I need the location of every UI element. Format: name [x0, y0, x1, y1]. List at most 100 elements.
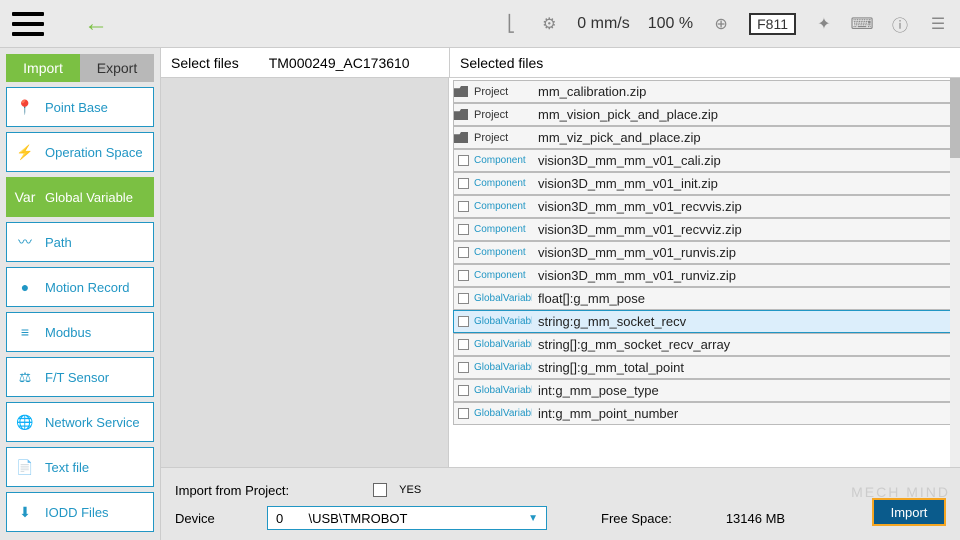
- file-row[interactable]: Componentvision3D_mm_mm_v01_init.zip: [453, 172, 954, 195]
- keyboard-icon[interactable]: ⌨: [852, 14, 872, 34]
- file-name: vision3D_mm_mm_v01_runvis.zip: [532, 245, 953, 260]
- content: Import Export 📍 Point Base ⚡Operation Spac…: [0, 48, 960, 540]
- back-button[interactable]: ←: [84, 10, 108, 38]
- free-space-label: Free Space:: [601, 511, 672, 526]
- file-name: mm_viz_pick_and_place.zip: [532, 130, 953, 145]
- source-file-panel[interactable]: [161, 78, 449, 467]
- file-checkbox[interactable]: [458, 408, 469, 419]
- file-type: Component: [472, 224, 532, 235]
- device-select[interactable]: 0 \USB\TMROBOT: [267, 506, 547, 530]
- file-checkbox[interactable]: [458, 339, 469, 350]
- file-checkbox[interactable]: [458, 362, 469, 373]
- tab-export[interactable]: Export: [80, 54, 154, 82]
- file-checkbox[interactable]: [458, 201, 469, 212]
- topbar-status: ⎣ ⚙ 0 mm/s 100 % ⊕ F811 ✦ ⌨ ⓘ ☰: [501, 13, 948, 35]
- document-icon[interactable]: ☰: [928, 14, 948, 34]
- file-type: Project: [472, 109, 532, 121]
- sidebar-item-point-base[interactable]: 📍 Point Base: [6, 87, 154, 127]
- bottom-bar: Import from Project: YES Device 0 \USB\T…: [161, 467, 960, 540]
- file-type: Component: [472, 247, 532, 258]
- select-files-header: Select files: [171, 55, 239, 71]
- sidebar-item-label: Network Service: [45, 415, 140, 430]
- robot-icon: ⎣: [501, 14, 521, 34]
- device-value: 0 \USB\TMROBOT: [276, 511, 407, 526]
- sidebar-item-iodd-files[interactable]: ⬇ IODD Files: [6, 492, 154, 532]
- info-icon[interactable]: ⓘ: [890, 14, 910, 34]
- sidebar-icon: 📍: [15, 97, 35, 117]
- sidebar-item-label: Global Variable: [45, 190, 133, 205]
- sidebar-item-text-file[interactable]: 📄Text file: [6, 447, 154, 487]
- sidebar-item-modbus[interactable]: ≡Modbus: [6, 312, 154, 352]
- sidebar-icon: ⬇: [15, 502, 35, 522]
- yes-label: YES: [399, 484, 421, 496]
- file-checkbox[interactable]: [458, 155, 469, 166]
- sidebar-item-label: Motion Record: [45, 280, 130, 295]
- scrollbar[interactable]: [950, 78, 960, 467]
- file-checkbox[interactable]: [458, 178, 469, 189]
- folder-icon: [454, 86, 468, 97]
- sidebar-item-f/t-sensor[interactable]: ⚖ F/T Sensor: [6, 357, 154, 397]
- file-name: float[]:g_mm_pose: [532, 291, 953, 306]
- network-icon[interactable]: ✦: [814, 14, 834, 34]
- file-row[interactable]: GlobalVariableint:g_mm_pose_type: [453, 379, 954, 402]
- file-checkbox[interactable]: [458, 385, 469, 396]
- sidebar-icon: 🌐: [15, 412, 35, 432]
- file-row[interactable]: Projectmm_viz_pick_and_place.zip: [453, 126, 954, 149]
- main-panel: Select files TM000249_AC173610 Selected …: [160, 48, 960, 540]
- sidebar-item-path[interactable]: 〰Path: [6, 222, 154, 262]
- file-row[interactable]: Componentvision3D_mm_mm_v01_recvvis.zip: [453, 195, 954, 218]
- file-row[interactable]: GlobalVariableint:g_mm_point_number: [453, 402, 954, 425]
- speed-icon: ⚙: [539, 14, 559, 34]
- free-space-value: 13146 MB: [726, 511, 785, 526]
- selected-file-panel[interactable]: Projectmm_calibration.zipProjectmm_visio…: [449, 78, 960, 467]
- file-row[interactable]: Projectmm_calibration.zip: [453, 80, 954, 103]
- file-row[interactable]: GlobalVariablestring:g_mm_socket_recv: [453, 310, 954, 333]
- menu-button[interactable]: [12, 12, 44, 36]
- sidebar-item-label: Point Base: [45, 100, 108, 115]
- sidebar-icon: Var: [15, 187, 35, 207]
- import-button[interactable]: Import: [872, 498, 946, 526]
- file-name: vision3D_mm_mm_v01_init.zip: [532, 176, 953, 191]
- file-row[interactable]: Componentvision3D_mm_mm_v01_recvviz.zip: [453, 218, 954, 241]
- yes-checkbox[interactable]: [373, 483, 387, 497]
- file-type: GlobalVariable: [472, 408, 532, 419]
- scrollbar-thumb[interactable]: [950, 78, 960, 158]
- file-type: GlobalVariable: [472, 385, 532, 396]
- file-name: vision3D_mm_mm_v01_runviz.zip: [532, 268, 953, 283]
- sidebar-icon: ⚖: [15, 367, 35, 387]
- file-name: string[]:g_mm_socket_recv_array: [532, 337, 953, 352]
- device-label: Device: [175, 511, 255, 526]
- tm-id: TM000249_AC173610: [269, 55, 410, 71]
- file-type: Component: [472, 178, 532, 189]
- file-row[interactable]: GlobalVariablefloat[]:g_mm_pose: [453, 287, 954, 310]
- sidebar-item-motion-record[interactable]: ●Motion Record: [6, 267, 154, 307]
- file-row[interactable]: Componentvision3D_mm_mm_v01_runvis.zip: [453, 241, 954, 264]
- file-name: string:g_mm_socket_recv: [532, 314, 953, 329]
- speed-value: 0 mm/s: [577, 15, 629, 33]
- sidebar-item-label: Operation Space: [45, 145, 143, 160]
- panel-headers: Select files TM000249_AC173610 Selected …: [161, 48, 960, 78]
- file-checkbox[interactable]: [458, 293, 469, 304]
- file-row[interactable]: Componentvision3D_mm_mm_v01_runviz.zip: [453, 264, 954, 287]
- folder-icon: [454, 132, 468, 143]
- file-row[interactable]: GlobalVariablestring[]:g_mm_socket_recv_…: [453, 333, 954, 356]
- file-type: Component: [472, 201, 532, 212]
- file-checkbox[interactable]: [458, 270, 469, 281]
- file-type: GlobalVariable: [472, 362, 532, 373]
- file-row[interactable]: Projectmm_vision_pick_and_place.zip: [453, 103, 954, 126]
- sidebar-item-network-service[interactable]: 🌐 Network Service: [6, 402, 154, 442]
- file-row[interactable]: Componentvision3D_mm_mm_v01_cali.zip: [453, 149, 954, 172]
- sidebar-item-label: F/T Sensor: [45, 370, 109, 385]
- sidebar-icon: 〰: [15, 232, 35, 252]
- sidebar-item-global-variable[interactable]: Var Global Variable: [6, 177, 154, 217]
- sidebar-item-operation-space[interactable]: ⚡Operation Space: [6, 132, 154, 172]
- sidebar-item-label: IODD Files: [45, 505, 109, 520]
- file-row[interactable]: GlobalVariablestring[]:g_mm_total_point: [453, 356, 954, 379]
- override-value: 100 %: [648, 15, 693, 33]
- file-checkbox[interactable]: [458, 247, 469, 258]
- import-from-project-label: Import from Project:: [175, 483, 289, 498]
- file-checkbox[interactable]: [458, 316, 469, 327]
- file-checkbox[interactable]: [458, 224, 469, 235]
- file-name: vision3D_mm_mm_v01_recvvis.zip: [532, 199, 953, 214]
- tab-import[interactable]: Import: [6, 54, 80, 82]
